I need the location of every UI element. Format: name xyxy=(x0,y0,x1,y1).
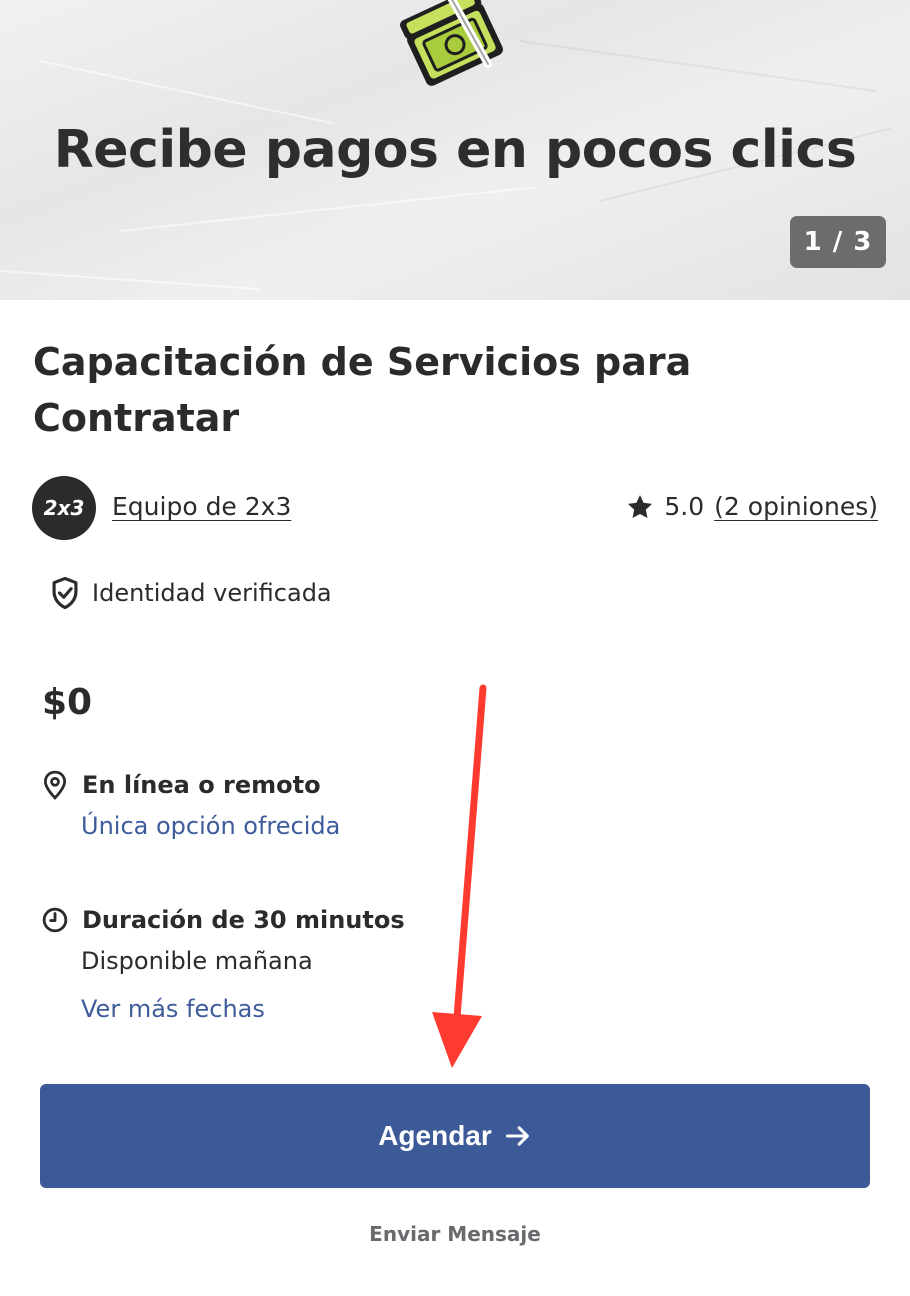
arrow-right-icon xyxy=(505,1126,529,1146)
reviews-link[interactable]: (2 opiniones) xyxy=(714,492,878,521)
cash-money-icon xyxy=(400,0,503,86)
verified-label: Identidad verificada xyxy=(92,579,332,607)
identity-verified: Identidad verificada xyxy=(50,576,332,610)
reviews-prefix: ( xyxy=(714,492,724,521)
provider-row: 2x3 Equipo de 2x3 5.0 (2 opiniones) xyxy=(32,476,878,540)
more-dates-link[interactable]: Ver más fechas xyxy=(81,985,405,1033)
reviews-suffix: ) xyxy=(868,492,878,521)
image-counter: 1 / 3 xyxy=(790,216,886,268)
duration-block: Duración de 30 minutos Disponible mañana… xyxy=(42,903,405,1033)
shield-check-icon xyxy=(52,576,78,610)
send-message-link[interactable]: Enviar Mensaje xyxy=(0,1222,910,1246)
agendar-label: Agendar xyxy=(378,1120,492,1151)
clock-icon xyxy=(42,907,68,933)
provider-name-link[interactable]: Equipo de 2x3 xyxy=(112,492,291,521)
service-title: Capacitación de Servicios para Contratar xyxy=(33,340,692,440)
agendar-button[interactable]: Agendar xyxy=(40,1084,870,1188)
location-label: En línea o remoto xyxy=(82,771,321,799)
location-block: En línea o remoto Única opción ofrecida xyxy=(42,768,340,850)
avatar[interactable]: 2x3 xyxy=(32,476,96,540)
reviews-label: 2 opiniones xyxy=(723,492,869,521)
star-icon xyxy=(628,494,653,518)
hero-title: Recibe pagos en pocos clics xyxy=(53,120,857,180)
hero-banner[interactable]: Recibe pagos en pocos clics 1 / 3 xyxy=(0,0,910,300)
map-pin-icon xyxy=(43,770,67,800)
price: $0 xyxy=(42,682,93,723)
rating: 5.0 (2 opiniones) xyxy=(626,492,878,521)
availability-text: Disponible mañana xyxy=(81,947,313,975)
location-option-link[interactable]: Única opción ofrecida xyxy=(81,802,340,850)
rating-score: 5.0 xyxy=(664,492,705,521)
duration-label: Duración de 30 minutos xyxy=(82,906,405,934)
